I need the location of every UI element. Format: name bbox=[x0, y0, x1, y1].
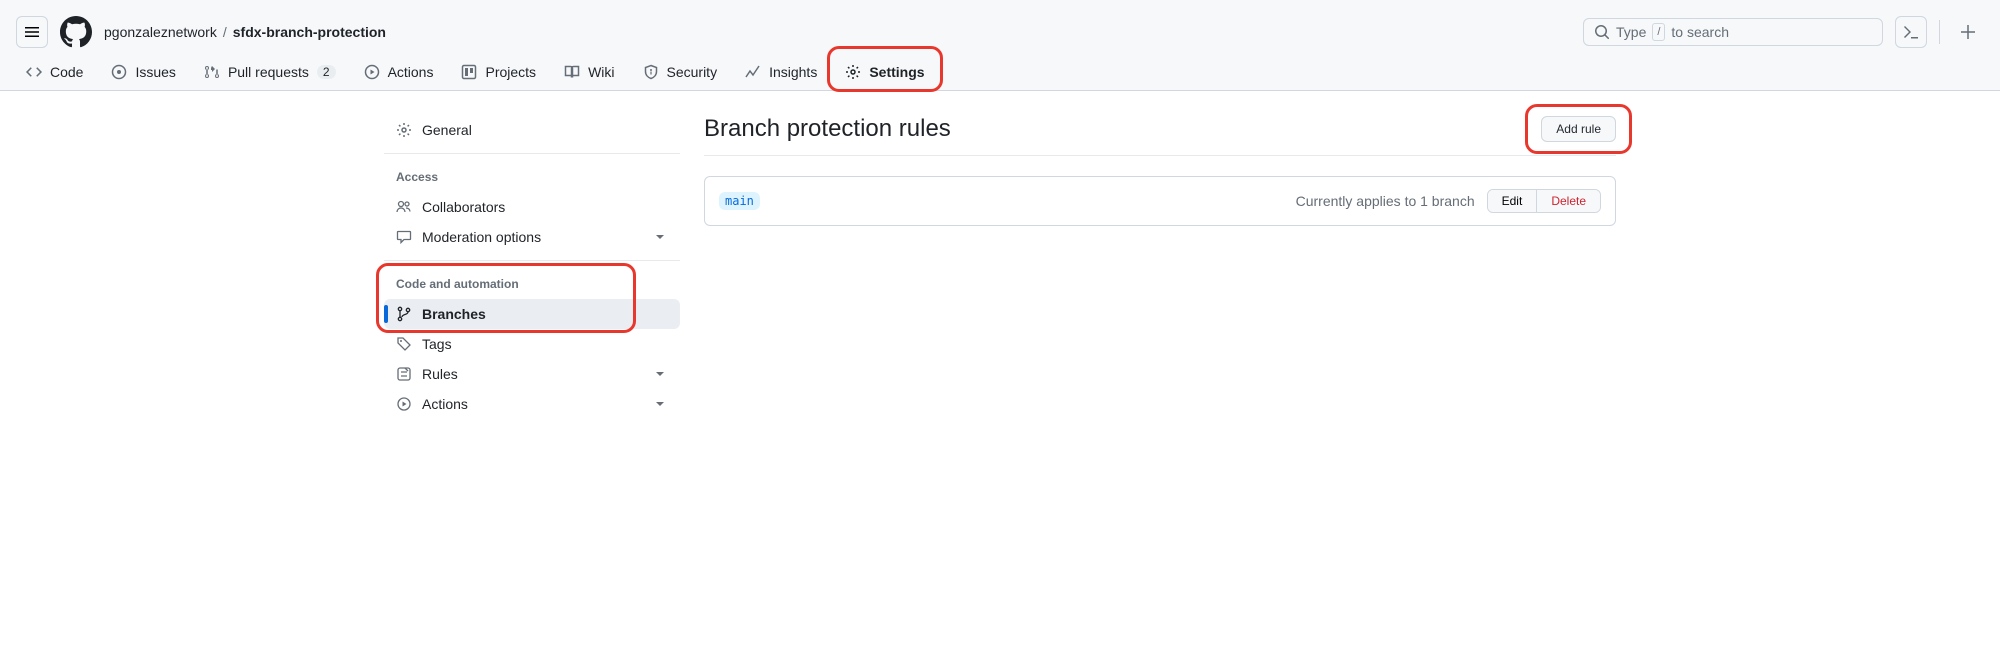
tag-icon bbox=[396, 336, 412, 352]
comment-icon bbox=[396, 229, 412, 245]
sidebar-item-rules[interactable]: Rules bbox=[384, 359, 680, 389]
app-header: pgonzaleznetwork / sfdx-branch-protectio… bbox=[0, 0, 2000, 56]
sidebar-item-general[interactable]: General bbox=[384, 115, 680, 145]
branch-icon bbox=[396, 306, 412, 322]
pull-request-icon bbox=[204, 64, 220, 80]
sidebar-item-actions[interactable]: Actions bbox=[384, 389, 680, 419]
tab-actions-label: Actions bbox=[388, 64, 434, 80]
tab-pull-requests[interactable]: Pull requests 2 bbox=[194, 56, 346, 90]
tab-code-label: Code bbox=[50, 64, 83, 80]
chevron-down-icon bbox=[652, 229, 668, 245]
sidebar-item-label: Actions bbox=[422, 396, 468, 412]
create-new-button[interactable] bbox=[1952, 16, 1984, 48]
delete-rule-button[interactable]: Delete bbox=[1536, 190, 1600, 212]
repo-link[interactable]: sfdx-branch-protection bbox=[233, 24, 386, 40]
play-circle-icon bbox=[364, 64, 380, 80]
tab-code[interactable]: Code bbox=[16, 56, 93, 90]
branch-rule-row: main Currently applies to 1 branch Edit … bbox=[704, 176, 1616, 226]
chevron-down-icon bbox=[652, 366, 668, 382]
sidebar-item-label: Branches bbox=[422, 306, 486, 322]
tab-issues-label: Issues bbox=[135, 64, 175, 80]
plus-icon bbox=[1960, 24, 1976, 40]
sidebar-item-label: Moderation options bbox=[422, 229, 541, 245]
sidebar-group-access: Access bbox=[384, 162, 680, 192]
gear-icon bbox=[396, 122, 412, 138]
sidebar-item-collaborators[interactable]: Collaborators bbox=[384, 192, 680, 222]
tab-projects[interactable]: Projects bbox=[451, 56, 546, 90]
main-container: General Access Collaborators Moderation … bbox=[360, 91, 1640, 443]
tab-insights-label: Insights bbox=[769, 64, 817, 80]
tab-issues[interactable]: Issues bbox=[101, 56, 185, 90]
sidebar-item-label: Tags bbox=[422, 336, 452, 352]
applies-text: Currently applies to 1 branch bbox=[1296, 193, 1475, 209]
content-area: Branch protection rules Add rule main Cu… bbox=[704, 115, 1616, 419]
edit-rule-button[interactable]: Edit bbox=[1488, 190, 1537, 212]
projects-icon bbox=[461, 64, 477, 80]
search-suffix-text: to search bbox=[1671, 24, 1729, 40]
sidebar-item-label: Collaborators bbox=[422, 199, 505, 215]
sidebar-item-moderation[interactable]: Moderation options bbox=[384, 222, 680, 252]
people-icon bbox=[396, 199, 412, 215]
command-palette-button[interactable] bbox=[1895, 16, 1927, 48]
add-rule-button[interactable]: Add rule bbox=[1541, 116, 1616, 142]
settings-sidebar: General Access Collaborators Moderation … bbox=[384, 115, 680, 419]
tab-security[interactable]: Security bbox=[633, 56, 728, 90]
sidebar-divider bbox=[384, 260, 680, 261]
rules-icon bbox=[396, 366, 412, 382]
tab-insights[interactable]: Insights bbox=[735, 56, 827, 90]
sidebar-item-tags[interactable]: Tags bbox=[384, 329, 680, 359]
play-circle-icon bbox=[396, 396, 412, 412]
content-header: Branch protection rules Add rule bbox=[704, 115, 1616, 156]
sidebar-divider bbox=[384, 153, 680, 154]
header-divider bbox=[1939, 20, 1940, 44]
tab-settings-label: Settings bbox=[869, 64, 924, 80]
tab-wiki-label: Wiki bbox=[588, 64, 614, 80]
tab-projects-label: Projects bbox=[485, 64, 536, 80]
search-kbd-hint: / bbox=[1652, 23, 1665, 41]
code-icon bbox=[26, 64, 42, 80]
github-logo-icon[interactable] bbox=[60, 16, 92, 48]
sidebar-item-label: General bbox=[422, 122, 472, 138]
terminal-icon bbox=[1903, 24, 1919, 40]
pulls-count-badge: 2 bbox=[317, 65, 336, 79]
breadcrumb: pgonzaleznetwork / sfdx-branch-protectio… bbox=[104, 24, 1571, 40]
menu-icon bbox=[24, 24, 40, 40]
search-icon bbox=[1594, 24, 1610, 40]
tab-actions[interactable]: Actions bbox=[354, 56, 444, 90]
tab-settings[interactable]: Settings bbox=[835, 56, 934, 90]
rule-actions: Edit Delete bbox=[1487, 189, 1601, 213]
tab-pulls-label: Pull requests bbox=[228, 64, 309, 80]
menu-button[interactable] bbox=[16, 16, 48, 48]
sidebar-item-label: Rules bbox=[422, 366, 458, 382]
issue-icon bbox=[111, 64, 127, 80]
page-title: Branch protection rules bbox=[704, 115, 1529, 143]
sidebar-group-code-automation: Code and automation bbox=[384, 269, 680, 299]
search-placeholder-text: Type bbox=[1616, 24, 1646, 40]
shield-icon bbox=[643, 64, 659, 80]
search-input[interactable]: Type / to search bbox=[1583, 18, 1883, 46]
repo-nav: Code Issues Pull requests 2 Actions Proj… bbox=[0, 56, 2000, 91]
chevron-down-icon bbox=[652, 396, 668, 412]
branch-name-pill: main bbox=[719, 192, 760, 210]
sidebar-item-branches[interactable]: Branches bbox=[384, 299, 680, 329]
graph-icon bbox=[745, 64, 761, 80]
gear-icon bbox=[845, 64, 861, 80]
breadcrumb-separator: / bbox=[223, 24, 227, 40]
tab-wiki[interactable]: Wiki bbox=[554, 56, 624, 90]
owner-link[interactable]: pgonzaleznetwork bbox=[104, 24, 217, 40]
tab-security-label: Security bbox=[667, 64, 718, 80]
book-icon bbox=[564, 64, 580, 80]
